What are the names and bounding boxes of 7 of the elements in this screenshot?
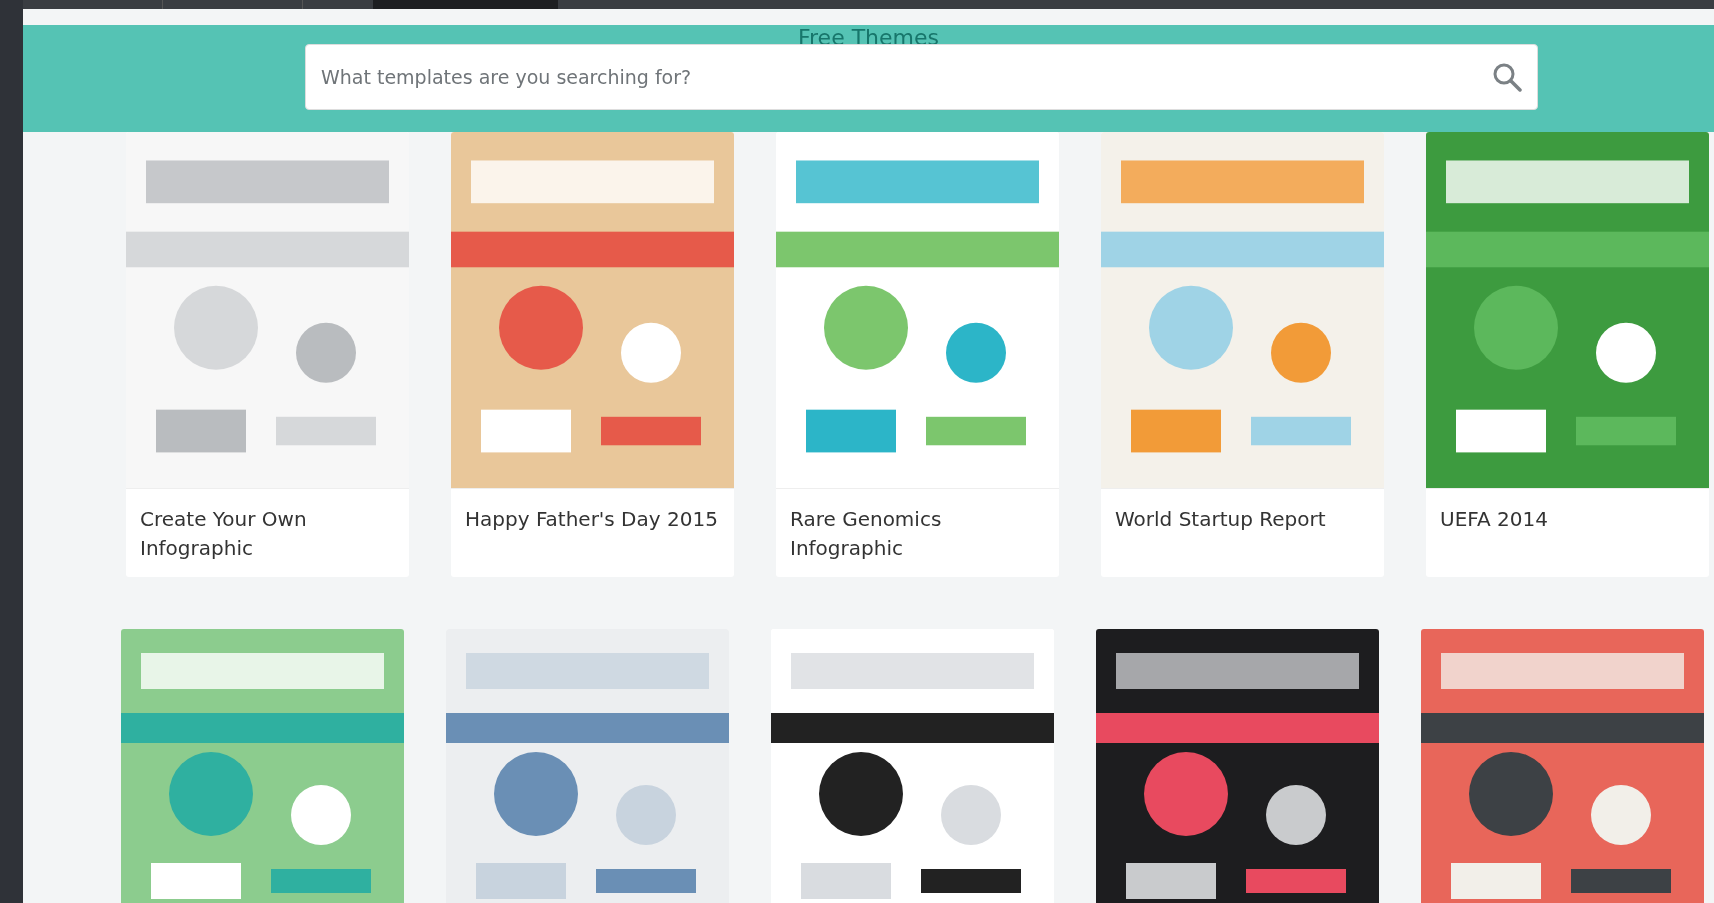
template-title: Rare Genomics Infographic: [776, 488, 1059, 577]
search-icon[interactable]: [1492, 62, 1522, 92]
search-field[interactable]: What templates are you searching for?: [305, 44, 1538, 110]
template-title: UEFA 2014: [1426, 488, 1709, 577]
template-title: World Startup Report: [1101, 488, 1384, 577]
template-title: Create Your Own Infographic: [126, 488, 409, 577]
template-title: Happy Father's Day 2015: [451, 488, 734, 577]
